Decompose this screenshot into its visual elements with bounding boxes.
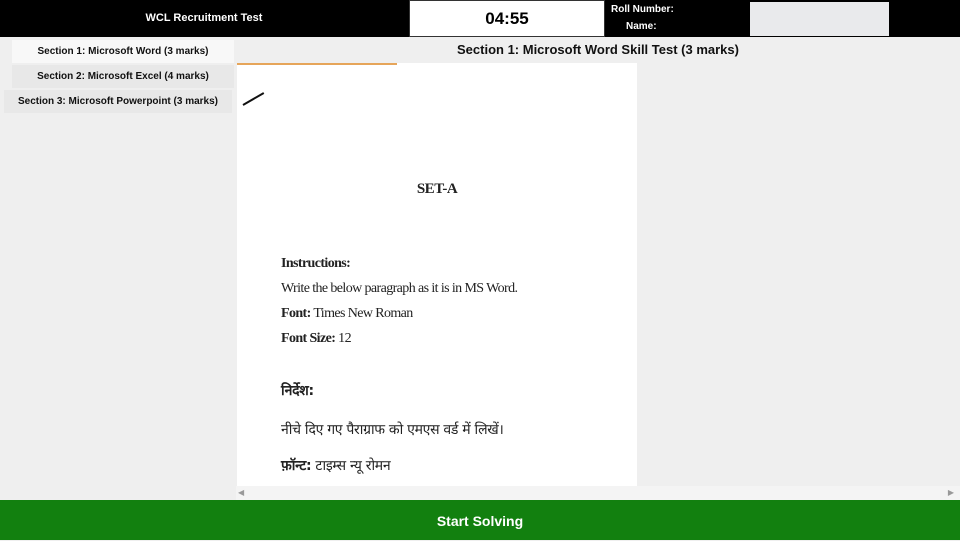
sidebar-item-excel[interactable]: Section 2: Microsoft Excel (4 marks)	[12, 65, 234, 88]
document-title: SET-A	[416, 181, 458, 197]
horizontal-scrollbar[interactable]: ◀ ▶	[236, 486, 960, 500]
hindi-instruction: नीचे दिए गए पैराग्राफ को एमएस वर्ड में ल…	[281, 422, 504, 438]
font-size-value: 12	[335, 331, 351, 346]
start-solving-button[interactable]: Start Solving	[0, 500, 960, 540]
name-label: Name:	[626, 21, 657, 32]
hindi-font-value: टाइम्स न्यू रोमन	[311, 458, 391, 474]
font-size-label: Font Size:	[281, 331, 336, 346]
section-title: Section 1: Microsoft Word Skill Test (3 …	[457, 42, 739, 57]
font-instruction: Font: Times New Roman	[281, 306, 413, 322]
page-edge-mark	[237, 63, 397, 65]
hindi-font-instruction: फ़ॉन्ट: टाइम्स न्यू रोमन	[281, 456, 391, 475]
document-viewer[interactable]: SET-A Instructions: Write the below para…	[236, 63, 960, 486]
roll-number-label: Roll Number:	[611, 4, 674, 15]
hindi-heading: निर्देश:	[281, 383, 314, 399]
hindi-font-label: फ़ॉन्ट:	[281, 458, 312, 474]
font-value: Times New Roman	[310, 306, 413, 321]
app-title: WCL Recruitment Test	[145, 12, 263, 24]
top-bar: WCL Recruitment Test 04:55 Roll Number: …	[0, 0, 960, 37]
instructions-heading: Instructions:	[281, 256, 351, 271]
sidebar-item-word[interactable]: Section 1: Microsoft Word (3 marks)	[12, 40, 234, 63]
sidebar-item-powerpoint[interactable]: Section 3: Microsoft Powerpoint (3 marks…	[4, 90, 232, 113]
countdown-timer: 04:55	[409, 0, 605, 37]
section-sidebar: Section 1: Microsoft Word (3 marks) Sect…	[0, 37, 236, 499]
scroll-left-icon[interactable]: ◀	[238, 488, 244, 497]
instruction-line: Write the below paragraph as it is in MS…	[281, 281, 518, 296]
scroll-right-icon[interactable]: ▶	[948, 488, 954, 497]
font-size-instruction: Font Size: 12	[281, 331, 352, 347]
font-label: Font:	[281, 306, 311, 321]
pen-stroke-mark	[242, 92, 265, 106]
candidate-info-box	[750, 2, 889, 36]
document-page: SET-A Instructions: Write the below para…	[237, 63, 637, 486]
